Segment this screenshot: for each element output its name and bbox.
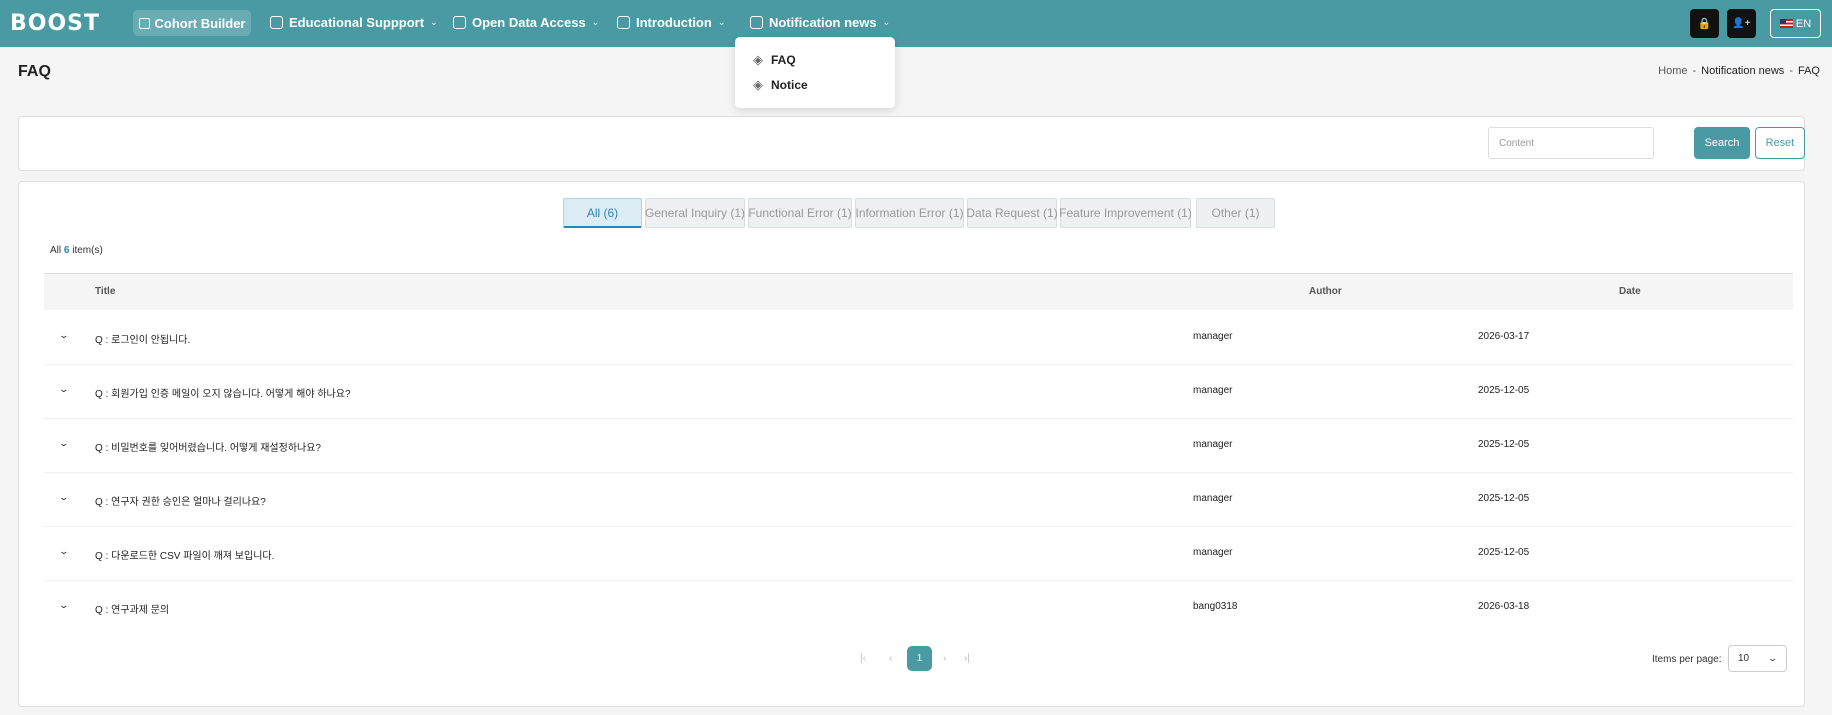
breadcrumb: Home - Notification news - FAQ: [1658, 65, 1820, 77]
nav-introduction[interactable]: Introduction ⌄: [617, 15, 725, 30]
row-date: 2025-12-05: [1478, 439, 1530, 450]
row-title: Q : 로그인이 안됩니다.: [95, 335, 191, 346]
items-per-page-select[interactable]: 10 ⌄: [1728, 645, 1787, 672]
language-button[interactable]: EN: [1770, 9, 1821, 38]
chevron-down-icon[interactable]: ⌄: [58, 546, 69, 557]
row-date: 2025-12-05: [1478, 547, 1530, 558]
tab-feature-improvement[interactable]: Feature Improvement (1): [1059, 198, 1192, 228]
item-count: All 6 item(s): [50, 245, 103, 256]
cohort-builder-button[interactable]: Cohort Builder: [133, 10, 251, 36]
row-title: Q : 비밀번호를 잊어버렸습니다. 어떻게 재설정하나요?: [95, 443, 321, 454]
chart-icon: [750, 16, 763, 29]
nav-educational-support[interactable]: Educational Suppport ⌄: [270, 15, 438, 30]
table-header: Title Author Date: [44, 273, 1793, 310]
items-per-page-value: 10: [1738, 653, 1750, 664]
nav-open-data-access[interactable]: Open Data Access ⌄: [453, 15, 599, 30]
logo[interactable]: BOOST: [10, 11, 100, 36]
notification-news-dropdown: ◈ FAQ ◈ Notice: [735, 37, 895, 108]
page-1-button[interactable]: 1: [907, 646, 932, 671]
row-title: Q : 연구과제 문의: [95, 605, 170, 616]
nav-open-data-access-label: Open Data Access: [472, 15, 586, 30]
cohort-builder-label: Cohort Builder: [154, 15, 246, 31]
dropdown-item-faq[interactable]: ◈ FAQ: [753, 52, 796, 68]
user-add-icon: 👤+: [1732, 18, 1751, 29]
row-date: 2025-12-05: [1478, 385, 1530, 396]
top-navbar: BOOST Cohort Builder Educational Supppor…: [0, 0, 1832, 47]
chart-icon: [617, 16, 630, 29]
first-page-button[interactable]: |‹: [860, 646, 866, 670]
row-title: Q : 다운로드한 CSV 파일이 깨져 보입니다.: [95, 551, 275, 562]
nav-notification-news-label: Notification news: [769, 15, 877, 30]
row-title: Q : 연구자 권한 승인은 얼마나 걸리나요?: [95, 497, 266, 508]
document-icon: [453, 16, 466, 29]
chevron-down-icon[interactable]: ⌄: [58, 384, 69, 395]
table-row[interactable]: ⌄ Q : 연구자 권한 승인은 얼마나 걸리나요? manager 2025-…: [44, 472, 1793, 527]
language-label: EN: [1795, 17, 1812, 30]
tab-general-inquiry[interactable]: General Inquiry (1): [645, 198, 745, 228]
chevron-down-icon: ⌄: [717, 17, 726, 27]
prev-page-button[interactable]: ‹: [889, 646, 892, 670]
row-date: 2026-03-18: [1478, 601, 1530, 612]
table-row[interactable]: ⌄ Q : 로그인이 안됩니다. manager 2026-03-17: [44, 310, 1793, 365]
login-button[interactable]: 🔒: [1690, 9, 1719, 38]
row-date: 2026-03-17: [1478, 331, 1530, 342]
row-date: 2025-12-05: [1478, 493, 1530, 504]
tab-all[interactable]: All (6): [563, 198, 642, 228]
breadcrumb-separator: -: [1789, 65, 1793, 77]
breadcrumb-home[interactable]: Home: [1658, 65, 1687, 77]
lock-icon: 🔒: [1697, 18, 1712, 30]
item-count-suffix: item(s): [72, 245, 103, 256]
column-author: Author: [1309, 286, 1342, 297]
us-flag-icon: [1779, 19, 1793, 28]
tab-other[interactable]: Other (1): [1196, 198, 1275, 228]
dropdown-item-notice[interactable]: ◈ Notice: [753, 77, 808, 93]
reset-button[interactable]: Reset: [1755, 127, 1805, 159]
breadcrumb-separator: -: [1692, 65, 1697, 77]
dropdown-item-notice-label: Notice: [771, 78, 808, 92]
document-icon: [270, 16, 283, 29]
chevron-down-icon: ⌄: [430, 17, 438, 27]
last-page-button[interactable]: ›|: [964, 646, 970, 670]
row-author: manager: [1193, 385, 1233, 396]
table-row[interactable]: ⌄ Q : 다운로드한 CSV 파일이 깨져 보입니다. manager 202…: [44, 526, 1793, 581]
chevron-down-icon[interactable]: ⌄: [58, 330, 69, 341]
item-count-number: 6: [63, 245, 70, 256]
page-title: FAQ: [18, 63, 51, 80]
nav-introduction-label: Introduction: [636, 15, 712, 30]
search-button[interactable]: Search: [1694, 127, 1750, 159]
item-count-prefix: All: [50, 245, 62, 256]
chevron-down-icon[interactable]: ⌄: [58, 492, 69, 503]
next-page-button[interactable]: ›: [943, 646, 946, 670]
signup-button[interactable]: 👤+: [1727, 9, 1756, 38]
row-author: bang0318: [1193, 601, 1238, 612]
row-author: manager: [1193, 493, 1233, 504]
row-author: manager: [1193, 439, 1233, 450]
table-row[interactable]: ⌄ Q : 비밀번호를 잊어버렸습니다. 어떻게 재설정하나요? manager…: [44, 418, 1793, 473]
table-row[interactable]: ⌄ Q : 연구과제 문의 bang0318 2026-03-18: [44, 580, 1793, 634]
chevron-down-icon: ⌄: [882, 17, 891, 27]
search-input[interactable]: Content: [1488, 127, 1654, 159]
layers-icon: ◈: [753, 77, 763, 92]
breadcrumb-notification-news[interactable]: Notification news: [1701, 65, 1784, 77]
column-date: Date: [1619, 286, 1641, 297]
nav-educational-support-label: Educational Suppport: [289, 15, 425, 30]
row-title: Q : 회원가입 인증 메일이 오지 않습니다. 어떻게 해야 하나요?: [95, 389, 351, 400]
tab-data-request[interactable]: Data Request (1): [966, 198, 1058, 228]
breadcrumb-current: FAQ: [1797, 65, 1820, 77]
tab-information-error[interactable]: Information Error (1): [855, 198, 964, 228]
row-author: manager: [1193, 547, 1233, 558]
table-row[interactable]: ⌄ Q : 회원가입 인증 메일이 오지 않습니다. 어떻게 해야 하나요? m…: [44, 364, 1793, 419]
chevron-down-icon[interactable]: ⌄: [58, 600, 69, 611]
chevron-down-icon[interactable]: ⌄: [58, 438, 69, 449]
chevron-down-icon: ⌄: [1767, 653, 1779, 663]
chevron-down-icon: ⌄: [591, 17, 600, 27]
row-author: manager: [1193, 331, 1233, 342]
cohort-icon: [138, 17, 150, 29]
tab-functional-error[interactable]: Functional Error (1): [748, 198, 852, 228]
items-per-page-label: Items per page:: [1652, 654, 1722, 665]
column-title: Title: [95, 286, 116, 297]
layers-icon: ◈: [753, 52, 763, 67]
nav-notification-news[interactable]: Notification news ⌄: [750, 15, 890, 30]
dropdown-item-faq-label: FAQ: [771, 53, 796, 67]
